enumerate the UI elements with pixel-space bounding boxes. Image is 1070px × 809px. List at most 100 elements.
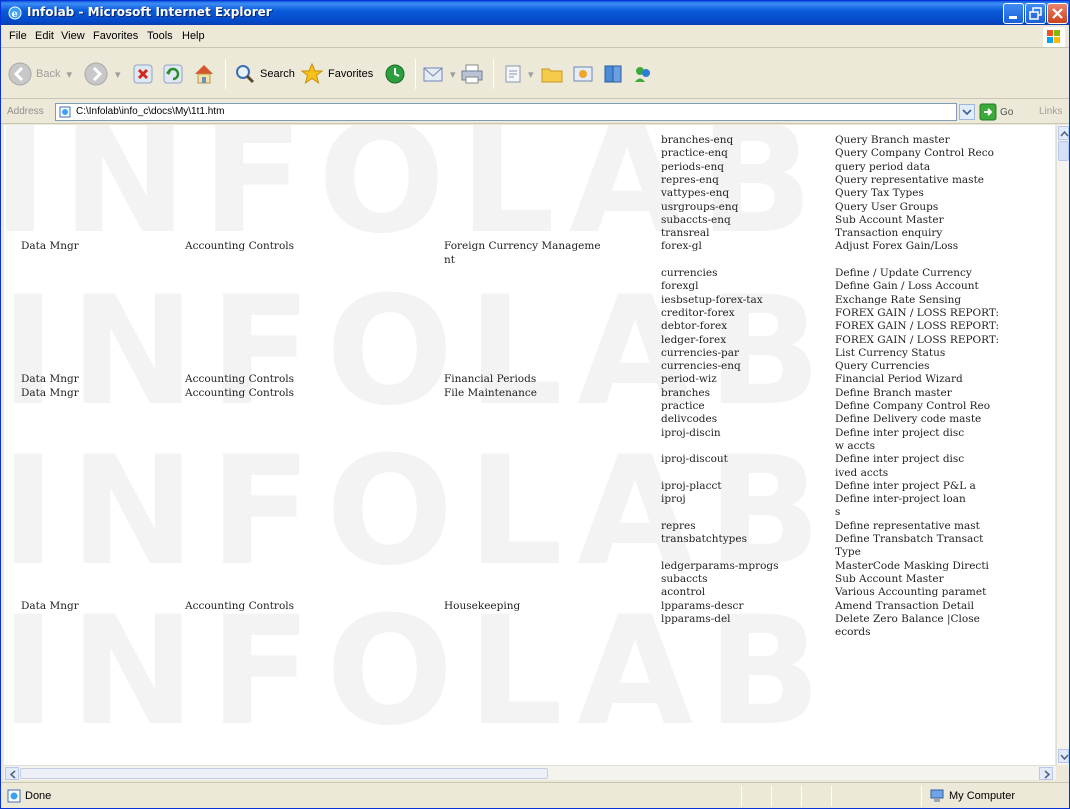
description-cell: Query Currencies — [835, 360, 930, 373]
scroll-left-button[interactable] — [5, 767, 19, 780]
program-cell: subaccts — [661, 572, 708, 585]
restore-icon — [1029, 7, 1042, 20]
minimize-button[interactable] — [1003, 3, 1024, 24]
status-divider — [921, 786, 922, 806]
description-cell: ecords — [835, 626, 871, 639]
refresh-button[interactable] — [161, 57, 185, 91]
menu-help[interactable]: Help — [182, 30, 205, 42]
print-button[interactable] — [459, 57, 485, 91]
mail-button[interactable]: ▾ — [421, 57, 456, 91]
horizontal-scroll-thumb[interactable] — [20, 768, 548, 779]
scroll-right-button[interactable] — [1039, 767, 1053, 780]
program-cell: vattypes-enq — [661, 187, 730, 200]
stop-button[interactable] — [131, 57, 155, 91]
program-cell: debtor-forex — [661, 320, 728, 333]
close-icon — [1052, 8, 1063, 19]
description-cell: List Currency Status — [835, 346, 946, 359]
page-content: INFOLAB INFOLAB INFOLAB INFOLAB branches… — [4, 125, 1055, 765]
favorites-label: Favorites — [328, 68, 374, 80]
description-cell: Various Accounting paramet — [835, 586, 987, 599]
program-cell: iesbsetup-forex-tax — [661, 293, 763, 306]
vertical-scrollbar[interactable] — [1056, 125, 1069, 765]
program-cell: periods-enq — [661, 160, 724, 173]
history-button[interactable] — [383, 57, 407, 91]
description-cell: Financial Period Wizard — [835, 373, 963, 386]
media-icon — [573, 66, 593, 82]
description-cell: Define / Update Currency — [835, 267, 972, 279]
description-cell: Delete Zero Balance |Close — [835, 612, 980, 625]
toolbar: Back ▾ ▾ Search Favorites ▾ ▾ — [1, 49, 1069, 99]
media-button[interactable] — [571, 57, 595, 91]
program-cell: delivcodes — [661, 413, 718, 426]
forward-button[interactable]: ▾ — [83, 57, 121, 91]
mail-icon — [423, 67, 443, 82]
page-edit-icon — [505, 65, 521, 83]
description-cell: Define Transbatch Transact — [835, 533, 984, 545]
description-cell: Define Gain / Loss Account — [835, 280, 979, 293]
menu-file[interactable]: File — [9, 30, 27, 42]
scroll-down-button[interactable] — [1058, 749, 1069, 763]
chevron-down-icon — [1060, 754, 1069, 761]
description-cell: Query User Groups — [835, 200, 939, 213]
menu-favorites[interactable]: Favorites — [93, 30, 138, 42]
program-cell: acontrol — [661, 586, 706, 599]
back-label: Back — [36, 68, 61, 80]
research-button[interactable] — [601, 57, 625, 91]
links-label[interactable]: Links — [1039, 106, 1062, 117]
chevron-up-icon — [1060, 130, 1069, 137]
computer-icon — [930, 789, 944, 802]
edit-button[interactable]: ▾ — [501, 57, 534, 91]
description-cell: Exchange Rate Sensing — [835, 293, 962, 306]
module-cell: Data Mngr — [21, 599, 79, 612]
program-cell: currencies-enq — [661, 360, 741, 373]
program-cell: currencies-par — [661, 346, 740, 359]
search-icon — [236, 65, 255, 84]
address-input[interactable]: C:\Infolab\info_c\docs\My\1t1.htm — [55, 103, 957, 121]
status-text: Done — [25, 790, 52, 802]
description-cell: s — [835, 506, 841, 519]
status-message: Done — [7, 789, 51, 803]
menu-bar: File Edit View Favorites Tools Help — [1, 26, 1069, 48]
scroll-up-button[interactable] — [1058, 126, 1069, 140]
description-cell: w accts — [835, 439, 875, 452]
status-divider — [831, 786, 832, 806]
mail-dropdown-icon[interactable]: ▾ — [450, 68, 456, 81]
back-dropdown-icon[interactable]: ▾ — [66, 68, 72, 81]
address-dropdown-button[interactable] — [959, 104, 975, 120]
horizontal-scrollbar[interactable] — [4, 765, 1056, 780]
maximize-button[interactable] — [1025, 3, 1046, 24]
program-cell: branches — [661, 386, 711, 399]
description-cell: query period data — [835, 160, 931, 173]
description-cell: Define representative mast — [835, 519, 980, 532]
menu-view[interactable]: View — [61, 30, 85, 42]
description-cell: Adjust Forex Gain/Loss — [835, 240, 959, 253]
description-cell: Define inter project disc — [835, 426, 965, 439]
edit-dropdown-icon[interactable]: ▾ — [528, 68, 534, 81]
program-cell: currencies — [661, 267, 718, 279]
go-button[interactable]: Go — [979, 103, 1013, 121]
close-button[interactable] — [1047, 3, 1068, 24]
back-button[interactable]: Back ▾ — [7, 57, 72, 91]
module-cell: Data Mngr — [21, 386, 79, 399]
refresh-icon — [163, 64, 183, 84]
search-button[interactable]: Search — [233, 57, 295, 91]
title-bar[interactable]: e Infolab - Microsoft Internet Explorer — [1, 1, 1069, 25]
favorites-button[interactable]: Favorites — [299, 57, 373, 91]
description-cell: Define inter project disc — [835, 453, 965, 466]
menu-edit[interactable]: Edit — [35, 30, 54, 42]
windows-logo-icon — [1043, 27, 1065, 47]
menu-tools[interactable]: Tools — [147, 30, 173, 42]
forward-dropdown-icon[interactable]: ▾ — [115, 68, 121, 81]
zone-text: My Computer — [949, 790, 1016, 802]
program-cell: forexgl — [661, 280, 699, 293]
description-cell: FOREX GAIN / LOSS REPORT: — [835, 333, 1000, 346]
vertical-scroll-thumb[interactable] — [1058, 141, 1069, 161]
folder-button[interactable] — [539, 57, 565, 91]
home-button[interactable] — [191, 57, 217, 91]
address-label: Address — [7, 106, 44, 117]
ie-logo-icon: e — [8, 6, 22, 20]
messenger-button[interactable] — [631, 57, 655, 91]
history-icon — [385, 64, 405, 84]
program-cell: forex-gl — [661, 240, 702, 253]
description-cell: Query Tax Types — [835, 187, 924, 200]
